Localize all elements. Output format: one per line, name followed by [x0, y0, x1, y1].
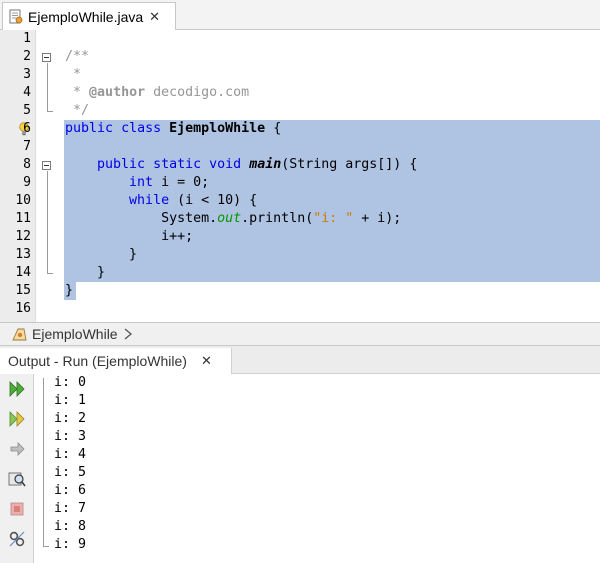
output-line: i: 6: [54, 483, 87, 498]
code-editor[interactable]: 1 2 /** 3 * 4 * @author decodigo.com 5 *…: [0, 30, 600, 322]
line-number: 12: [15, 229, 31, 244]
line-number: 1: [23, 31, 31, 46]
code-text: }: [65, 283, 74, 298]
close-icon[interactable]: ✕: [201, 353, 212, 369]
output-toolbar: [0, 374, 34, 563]
selection-highlight: [64, 246, 600, 264]
chevron-right-icon[interactable]: [123, 327, 133, 341]
output-line: i: 5: [54, 465, 87, 480]
line-number: 5: [23, 103, 31, 118]
code-text: * @author decodigo.com: [73, 85, 250, 100]
output-line: i: 7: [54, 501, 87, 516]
code-line: 11 System.out.println("i: " + i);: [0, 210, 600, 228]
code-line: 5 */: [0, 102, 600, 120]
output-line: i: 0: [54, 375, 87, 390]
breadcrumb-item-ejemplowhile[interactable]: EjemploWhile: [32, 326, 118, 342]
code-text: */: [73, 103, 90, 118]
code-text: /**: [65, 49, 90, 64]
output-console[interactable]: i: 0 i: 1 i: 2 i: 3 i: 4 i: 5 i: 6 i: 7 …: [34, 374, 600, 563]
line-number: 8: [23, 157, 31, 172]
close-icon[interactable]: ✕: [149, 9, 160, 25]
output-line: i: 2: [54, 411, 87, 426]
code-line: 10 while (i < 10) {: [0, 192, 600, 210]
selection-highlight: [64, 138, 600, 156]
code-line: 4 * @author decodigo.com: [0, 84, 600, 102]
stop-icon[interactable]: [8, 500, 26, 518]
line-number: 10: [15, 193, 31, 208]
editor-tab-label: EjemploWhile.java: [28, 8, 144, 25]
output-tab[interactable]: Output - Run (EjemploWhile) ✕: [0, 348, 232, 374]
selection-highlight: [64, 264, 600, 282]
code-line: 8 public static void main(String args[])…: [0, 156, 600, 174]
code-line: 6 public class EjemploWhile {: [0, 120, 600, 138]
code-line: 12 i++;: [0, 228, 600, 246]
line-number: 14: [15, 265, 31, 280]
line-number: 13: [15, 247, 31, 262]
editor-tab-bar: EjemploWhile.java ✕: [0, 0, 600, 30]
code-text: int i = 0;: [129, 175, 210, 190]
output-line: i: 9: [54, 537, 87, 552]
code-text: public static void main(String args[]) {: [97, 157, 418, 172]
code-line: 9 int i = 0;: [0, 174, 600, 192]
output-line: i: 8: [54, 519, 87, 534]
profile-icon[interactable]: [8, 470, 26, 488]
settings-icon[interactable]: [8, 530, 26, 548]
step-icon[interactable]: [8, 440, 26, 458]
code-line: 3 *: [0, 66, 600, 84]
code-line: 16: [0, 300, 600, 318]
output-line: i: 3: [54, 429, 87, 444]
rerun-icon[interactable]: [8, 380, 26, 398]
code-text: i++;: [161, 229, 194, 244]
code-lines: 1 2 /** 3 * 4 * @author decodigo.com 5 *…: [0, 30, 600, 318]
code-line: 2 /**: [0, 48, 600, 66]
line-number: 2: [23, 49, 31, 64]
line-number: 3: [23, 67, 31, 82]
code-text: System.out.println("i: " + i);: [161, 211, 402, 226]
class-icon: [12, 328, 27, 341]
java-file-icon: [9, 9, 23, 24]
output-tab-label: Output - Run (EjemploWhile): [8, 353, 187, 369]
line-number: 4: [23, 85, 31, 100]
line-number: 11: [15, 211, 31, 226]
line-number: 9: [23, 175, 31, 190]
code-line: 13 }: [0, 246, 600, 264]
fold-guide-end: [43, 546, 49, 547]
rerun-customized-icon[interactable]: [8, 410, 26, 428]
breadcrumb: EjemploWhile: [0, 322, 600, 346]
code-text: while (i < 10) {: [129, 193, 258, 208]
code-line: 7: [0, 138, 600, 156]
fold-guide: [43, 378, 44, 546]
code-line: 1: [0, 30, 600, 48]
line-number: 15: [15, 283, 31, 298]
output-tab-bar: Output - Run (EjemploWhile) ✕: [0, 346, 600, 374]
editor-tab-ejemplowhile[interactable]: EjemploWhile.java ✕: [2, 2, 176, 30]
line-number: 16: [15, 301, 31, 316]
line-number: 6: [23, 121, 31, 136]
code-text: *: [73, 67, 82, 82]
code-line: 15 }: [0, 282, 600, 300]
code-text: }: [97, 265, 106, 280]
code-line: 14 }: [0, 264, 600, 282]
output-line: i: 4: [54, 447, 87, 462]
line-number: 7: [23, 139, 31, 154]
code-text: public class EjemploWhile {: [65, 121, 282, 136]
output-line: i: 1: [54, 393, 87, 408]
code-text: }: [129, 247, 138, 262]
